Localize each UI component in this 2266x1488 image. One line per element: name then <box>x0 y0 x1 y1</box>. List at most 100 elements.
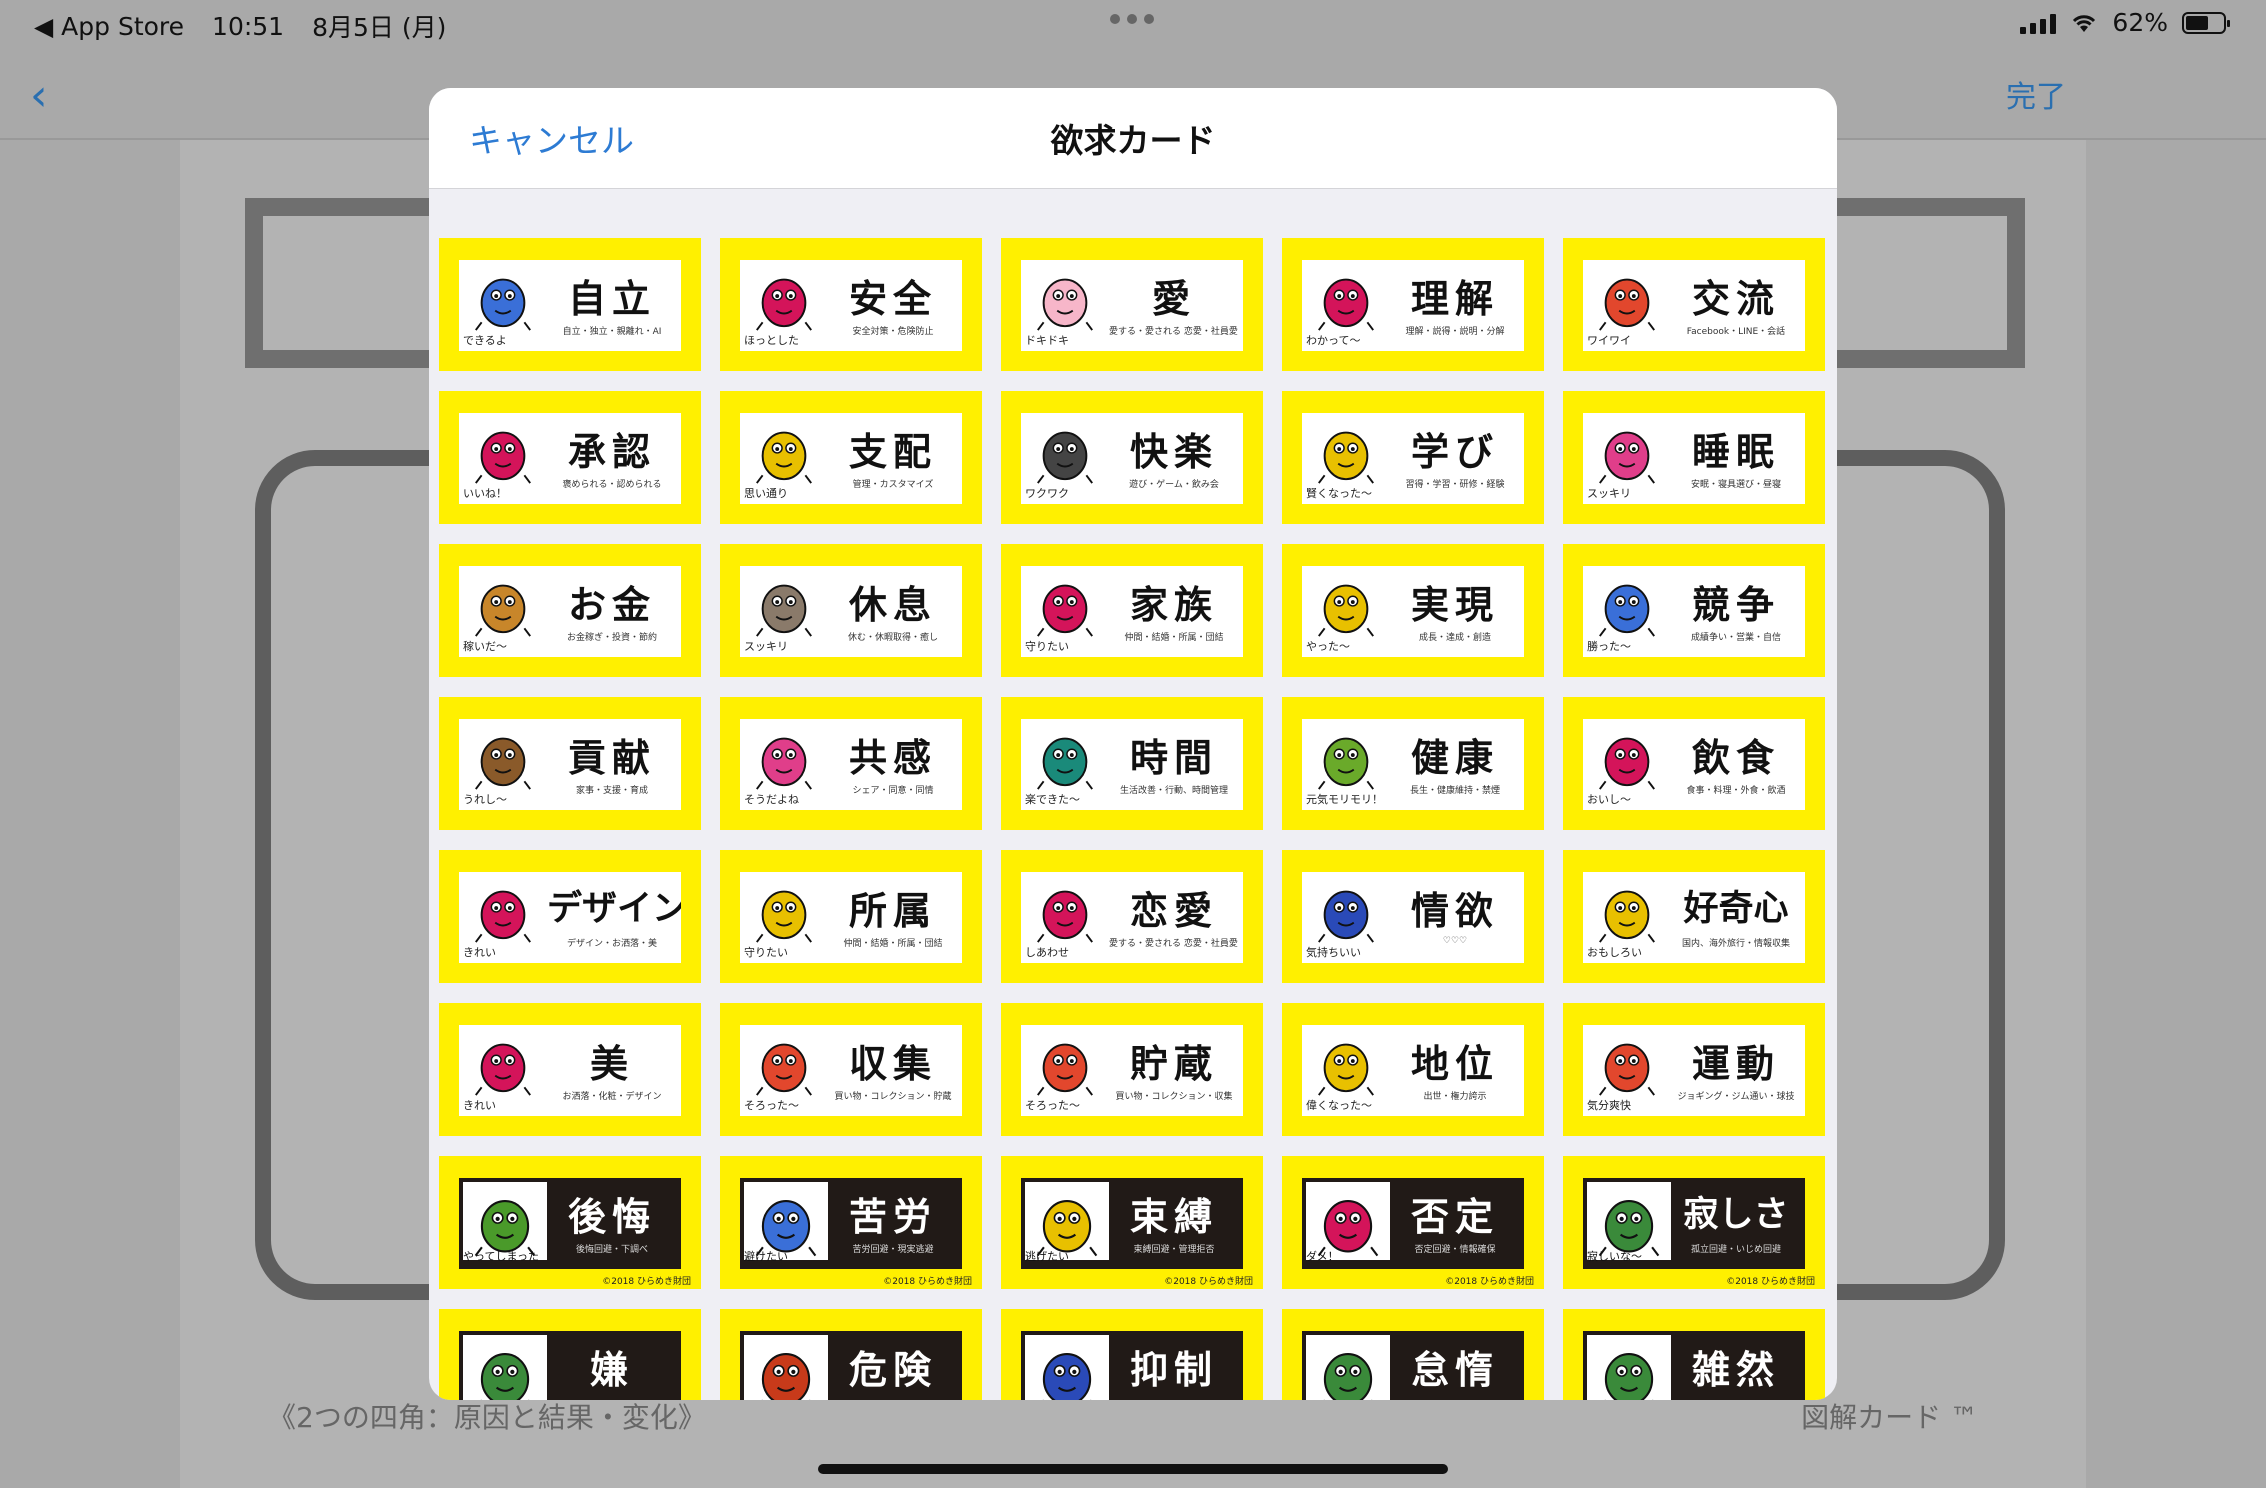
back-to-app-link[interactable]: ◀ App Store <box>34 12 184 41</box>
desire-card[interactable]: 支配 管理・カスタマイズ 思い通り <box>720 391 982 524</box>
card-keywords: 生活改善・行動、時間管理 <box>1119 786 1228 796</box>
card-caption: 元気モリモリ！ <box>1306 793 1383 806</box>
card-title: 交流 <box>1691 277 1780 321</box>
desire-card[interactable]: 貢献 家事・支援・育成 うれし～ <box>439 697 701 830</box>
desire-card[interactable]: 交流 Facebook・LINE・会話 ワイワイ <box>1563 238 1825 371</box>
desire-card[interactable]: 安全 安全対策・危険防止 ほっとした <box>720 238 982 371</box>
card-caption: 勝った～ <box>1587 640 1631 653</box>
card-face: 雑然 <box>1583 1331 1805 1400</box>
card-face: 睡眠 安眠・寝具選び・昼寝 スッキリ <box>1583 413 1805 504</box>
figure-icon <box>1025 1335 1109 1400</box>
card-caption: ワクワク <box>1025 487 1069 500</box>
desire-card[interactable]: 嫌 <box>439 1309 701 1400</box>
couple-icon <box>1025 876 1105 944</box>
desire-card[interactable]: デザイン デザイン・お洒落・美 きれい <box>439 850 701 983</box>
card-caption: できるよ <box>463 334 507 347</box>
card-face: 否定 否定回避・情報確保 ダメ！ <box>1302 1178 1524 1269</box>
desire-card[interactable]: 共感 シェア・同意・同情 そうだよね <box>720 697 982 830</box>
desire-card[interactable]: 自立 自立・独立・親離れ・AI できるよ <box>439 238 701 371</box>
desire-card[interactable]: 睡眠 安眠・寝具選び・昼寝 スッキリ <box>1563 391 1825 524</box>
card-face: 競争 成績争い・営業・自信 勝った～ <box>1583 566 1805 657</box>
desire-card[interactable]: 危険 <box>720 1309 982 1400</box>
desire-card[interactable]: 所属 仲間・結婚・所属・団結 守りたい <box>720 850 982 983</box>
card-title: 情欲 <box>1410 889 1499 933</box>
card-face: 地位 出世・権力誇示 偉くなった～ <box>1302 1025 1524 1116</box>
card-face: 理解 理解・説得・説明・分解 わかって～ <box>1302 260 1524 351</box>
card-copyright: ©2018 ひらめき財団 <box>602 1277 691 1287</box>
card-face: 学び 習得・学習・研修・経験 賢くなった～ <box>1302 413 1524 504</box>
status-time: 10:51 <box>212 11 285 41</box>
desire-card[interactable]: 飲食 食事・料理・外食・飲酒 おいし～ <box>1563 697 1825 830</box>
group-icon <box>463 1335 547 1400</box>
card-title: 束縛 <box>1129 1195 1218 1239</box>
desire-card[interactable]: 学び 習得・学習・研修・経験 賢くなった～ <box>1282 391 1544 524</box>
desire-card[interactable]: 雑然 <box>1563 1309 1825 1400</box>
desire-card[interactable]: 理解 理解・説得・説明・分解 わかって～ <box>1282 238 1544 371</box>
card-keywords: 自立・独立・親離れ・AI <box>562 327 662 337</box>
desire-card[interactable]: 時間生活改善・行動、時間管理楽できた～ <box>1001 697 1263 830</box>
card-keywords: 食事・料理・外食・飲酒 <box>1686 786 1786 796</box>
chevron-left-icon[interactable]: ‹ <box>30 70 48 121</box>
desire-card[interactable]: 抑制 <box>1001 1309 1263 1400</box>
desire-card[interactable]: 快楽 遊び・ゲーム・飲み会 ワクワク <box>1001 391 1263 524</box>
card-caption: そうだよね <box>744 793 799 806</box>
desire-card[interactable]: 後悔 後悔回避・下調べ やってしまった ©2018 ひらめき財団 <box>439 1156 701 1289</box>
desire-card[interactable]: 貯蔵 買い物・コレクション・収集 そろった～ <box>1001 1003 1263 1136</box>
card-caption: 寂しいな～ <box>1587 1250 1642 1263</box>
desire-card[interactable]: 愛愛する・愛される 恋愛・社員愛・家族愛ドキドキ <box>1001 238 1263 371</box>
card-title: 理解 <box>1410 277 1499 321</box>
card-title: 時間 <box>1129 736 1218 780</box>
sun-icon <box>1587 1029 1667 1097</box>
desire-card[interactable]: お金 お金稼ぎ・投資・節約 稼いだ～ <box>439 544 701 677</box>
desire-card[interactable]: 束縛 束縛回避・管理拒否 逃げたい ©2018 ひらめき財団 <box>1001 1156 1263 1289</box>
cellular-signal-icon <box>2020 12 2057 34</box>
figure-icon <box>463 723 543 791</box>
card-caption: 楽できた～ <box>1025 793 1080 806</box>
desire-card[interactable]: 寂しさ 孤立回避・いじめ回避 寂しいな～ ©2018 ひらめき財団 <box>1563 1156 1825 1289</box>
card-title: 収集 <box>848 1042 937 1086</box>
card-face: 安全 安全対策・危険防止 ほっとした <box>740 260 962 351</box>
desire-card[interactable]: 否定 否定回避・情報確保 ダメ！ ©2018 ひらめき財団 <box>1282 1156 1544 1289</box>
desire-card[interactable]: 地位 出世・権力誇示 偉くなった～ <box>1282 1003 1544 1136</box>
card-grid: 自立 自立・独立・親離れ・AI できるよ 安全 安全対策・危険防止 ほっとした愛愛する・愛… <box>439 238 1829 1400</box>
done-button[interactable]: 完了 <box>2006 72 2066 116</box>
card-title: 嫌 <box>589 1348 634 1392</box>
card-keywords: 束縛回避・管理拒否 <box>1133 1245 1215 1255</box>
card-face: 好奇心 国内、海外旅行・情報収集 おもしろい <box>1583 872 1805 963</box>
figure-icon <box>1306 723 1386 791</box>
desire-card[interactable]: 情欲 ♡♡♡ 気持ちいい <box>1282 850 1544 983</box>
card-copyright: ©2018 ひらめき財団 <box>883 1277 972 1287</box>
card-keywords: 仲間・結婚・所属・団結 <box>1124 633 1224 643</box>
card-face: 嫌 <box>459 1331 681 1400</box>
multitasking-dots-icon[interactable] <box>1110 14 1154 24</box>
bath-icon <box>744 570 824 638</box>
card-caption: 気分爽快 <box>1587 1099 1631 1112</box>
figure-icon <box>744 1029 824 1097</box>
desire-card[interactable]: 収集 買い物・コレクション・貯蔵 そろった～ <box>720 1003 982 1136</box>
card-face: 実現 成長・達成・創造 やった～ <box>1302 566 1524 657</box>
desire-card[interactable]: 休息 休む・休暇取得・癒し スッキリ <box>720 544 982 677</box>
desire-card[interactable]: 恋愛愛する・愛される 恋愛・社員愛・家族愛しあわせ <box>1001 850 1263 983</box>
card-face: 怠惰 <box>1302 1331 1524 1400</box>
card-caption: 気持ちいい <box>1306 946 1361 959</box>
card-caption: 賢くなった～ <box>1306 487 1372 500</box>
card-keywords: 長生・健康維持・禁煙 <box>1409 786 1500 796</box>
desire-card[interactable]: 苦労 苦労回避・現実逃避 避けたい ©2018 ひらめき財団 <box>720 1156 982 1289</box>
desire-card[interactable]: 怠惰 <box>1282 1309 1544 1400</box>
desire-card[interactable]: 好奇心 国内、海外旅行・情報収集 おもしろい <box>1563 850 1825 983</box>
desire-card[interactable]: 承認 褒められる・認められる いいね！ <box>439 391 701 524</box>
card-caption: スッキリ <box>744 640 788 653</box>
home-indicator[interactable] <box>818 1464 1448 1474</box>
desire-card[interactable]: 健康 長生・健康維持・禁煙 元気モリモリ！ <box>1282 697 1544 830</box>
group-icon <box>744 417 824 485</box>
heart-icon <box>744 723 824 791</box>
desire-card[interactable]: 運動 ジョギング・ジム通い・球技 気分爽快 <box>1563 1003 1825 1136</box>
desire-card[interactable]: 実現 成長・達成・創造 やった～ <box>1282 544 1544 677</box>
desire-card[interactable]: 競争 成績争い・営業・自信 勝った～ <box>1563 544 1825 677</box>
card-caption: スッキリ <box>1587 487 1631 500</box>
status-date: 8月5日 (月) <box>312 13 447 42</box>
card-keywords: 孤立回避・いじめ回避 <box>1690 1245 1781 1255</box>
desire-card[interactable]: 家族 仲間・結婚・所属・団結 守りたい <box>1001 544 1263 677</box>
desire-card[interactable]: 美お洒落・化粧・デザイン きれい <box>439 1003 701 1136</box>
card-caption: おいし～ <box>1587 793 1631 806</box>
